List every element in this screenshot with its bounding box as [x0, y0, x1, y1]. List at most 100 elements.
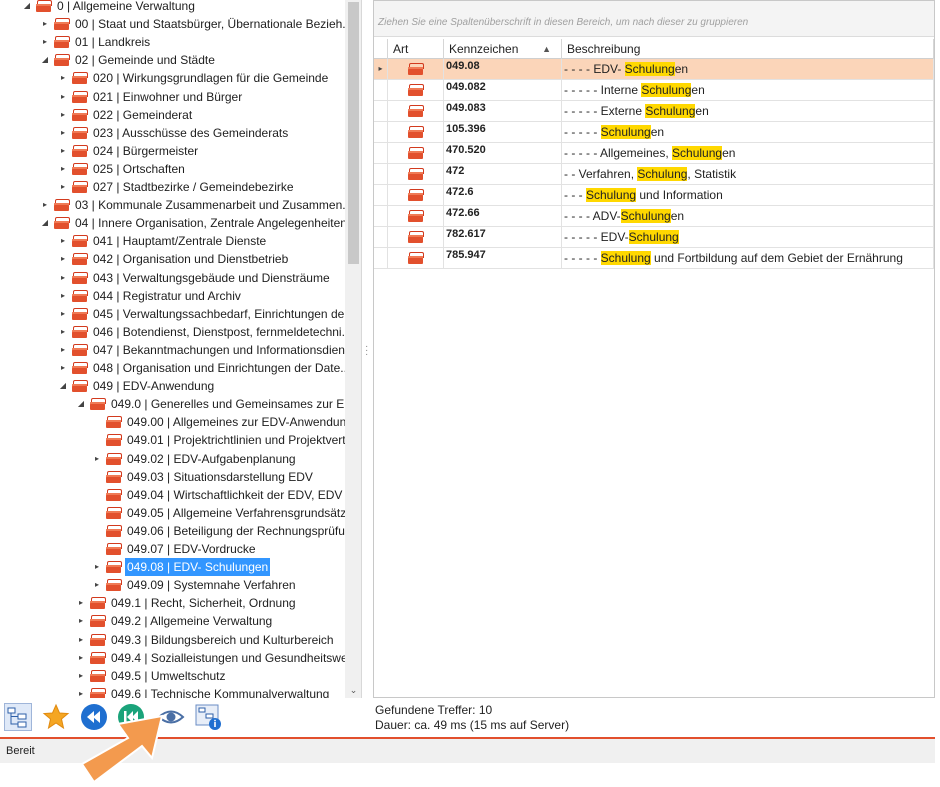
tree-node[interactable]: ▸ 049.3 | Bildungsbereich und Kulturberei… [76, 631, 336, 649]
tree-node[interactable]: ▸ 041 | Hauptamt/Zentrale Dienste [58, 232, 268, 250]
tree-node[interactable]: ▸ 046 | Botendienst, Dienstpost, fernmeld… [58, 323, 354, 341]
tree-node[interactable]: ▸ 023 | Ausschüsse des Gemeinderats [58, 124, 290, 142]
tree-node[interactable]: ▸ 043 | Verwaltungsgebäude und Diensträum… [58, 269, 332, 287]
tree-node[interactable]: ▸ 00 | Staat und Staatsbürger, Übernation… [40, 15, 354, 33]
tree-node[interactable]: ▸ 049.4 | Sozialleistungen und Gesundheit… [76, 649, 360, 667]
expand-arrow-icon[interactable]: ▸ [58, 178, 68, 196]
tree-node[interactable]: 049.06 | Beteiligung der Rechnungsprüfu.… [92, 522, 357, 540]
expand-arrow-icon[interactable]: ▸ [58, 232, 68, 250]
expand-arrow-icon[interactable]: ▸ [58, 323, 68, 341]
tree-node[interactable]: ◢ 04 | Innere Organisation, Zentrale Ange… [40, 214, 349, 232]
tree-node[interactable]: ▸ 049.02 | EDV-Aufgabenplanung [92, 450, 298, 468]
table-row[interactable]: 472.6- - - Schulung und Information [374, 185, 934, 206]
expand-arrow-icon[interactable]: ▸ [76, 631, 86, 649]
expand-arrow-icon[interactable]: ▸ [58, 160, 68, 178]
tree-scrollbar[interactable]: ⌄ [345, 0, 361, 698]
query-duration: Dauer: ca. 49 ms (15 ms auf Server) [375, 718, 570, 732]
panel-splitter[interactable]: · · · [362, 0, 373, 698]
expand-arrow-icon[interactable]: ▸ [58, 341, 68, 359]
expand-arrow-icon[interactable]: ▸ [92, 558, 102, 576]
tree-node[interactable]: ▸ 049.08 | EDV- Schulungen [92, 558, 271, 577]
tree-node[interactable]: ▸ 022 | Gemeinderat [58, 106, 194, 124]
art-cell [388, 206, 444, 226]
tree-node[interactable]: ▸ 027 | Stadtbezirke / Gemeindebezirke [58, 178, 296, 196]
kennzeichen-cell: 049.082 [444, 80, 562, 100]
splitter-grip-icon: · · · [365, 341, 369, 360]
tree-node[interactable]: 049.00 | Allgemeines zur EDV-Anwendung [92, 413, 355, 431]
expand-arrow-icon[interactable]: ▸ [58, 287, 68, 305]
tree-view-icon[interactable] [4, 703, 32, 731]
tree-node[interactable]: ▸ 047 | Bekanntmachungen und Informations… [58, 341, 356, 359]
expand-arrow-icon[interactable]: ▸ [58, 124, 68, 142]
table-row[interactable]: 472- - Verfahren, Schulung, Statistik [374, 164, 934, 185]
favorite-star-icon[interactable] [42, 703, 70, 731]
expand-arrow-icon[interactable]: ▸ [76, 594, 86, 612]
column-header-beschreibung[interactable]: Beschreibung [562, 39, 934, 59]
tree-node[interactable]: 049.05 | Allgemeine Verfahrensgrundsätze [92, 504, 355, 522]
tree-node[interactable]: ▸ 020 | Wirkungsgrundlagen für die Gemein… [58, 69, 330, 87]
tree-node[interactable]: ▸ 042 | Organisation und Dienstbetrieb [58, 250, 290, 268]
expand-arrow-icon[interactable]: ▸ [58, 69, 68, 87]
tree-node[interactable]: ▸ 049.09 | Systemnahe Verfahren [92, 576, 298, 594]
tree-node[interactable]: ▸ 021 | Einwohner und Bürger [58, 88, 244, 106]
tree-node[interactable]: ▸ 03 | Kommunale Zusammenarbeit und Zusam… [40, 196, 354, 214]
table-row[interactable]: 472.66- - - - ADV-Schulungen [374, 206, 934, 227]
tree-scrollbar-thumb[interactable] [348, 2, 359, 264]
tree-node[interactable]: ◢ 049.0 | Generelles und Gemeinsames zur … [76, 395, 361, 413]
tree-node[interactable]: ▸ 049.5 | Umweltschutz [76, 667, 228, 685]
tree-node[interactable]: ▸ 049.2 | Allgemeine Verwaltung [76, 612, 274, 630]
expand-arrow-icon[interactable]: ▸ [92, 450, 102, 468]
expand-arrow-icon[interactable]: ▸ [40, 15, 50, 33]
group-by-area[interactable]: Ziehen Sie eine Spaltenüberschrift in di… [374, 1, 934, 37]
tree-node[interactable]: ▸ 025 | Ortschaften [58, 160, 187, 178]
tree-node[interactable]: 049.03 | Situationsdarstellung EDV [92, 468, 315, 486]
expand-arrow-icon[interactable]: ▸ [76, 649, 86, 667]
table-row[interactable]: 049.082- - - - - Interne Schulungen [374, 80, 934, 101]
tree-node[interactable]: 049.04 | Wirtschaftlichkeit der EDV, EDV… [92, 486, 358, 504]
table-row[interactable]: 049.083- - - - - Externe Schulungen [374, 101, 934, 122]
table-row[interactable]: 105.396- - - - - Schulungen [374, 122, 934, 143]
expand-arrow-icon[interactable]: ▸ [58, 250, 68, 268]
tree-node[interactable]: ▸ 049.6 | Technische Kommunalverwaltung [76, 685, 331, 698]
tree-node-label: 049.05 | Allgemeine Verfahrensgrundsätze [127, 505, 353, 520]
tree-node[interactable]: ▸ 049.1 | Recht, Sicherheit, Ordnung [76, 594, 298, 612]
expand-arrow-icon[interactable]: ▸ [58, 359, 68, 377]
expand-arrow-icon[interactable]: ▸ [58, 88, 68, 106]
column-header-kennzeichen[interactable]: Kennzeichen ▲ [444, 39, 562, 59]
tree-node[interactable]: 049.01 | Projektrichtlinien und Projektv… [92, 431, 358, 449]
tree-info-icon[interactable] [195, 703, 223, 731]
expand-arrow-icon[interactable]: ▸ [58, 106, 68, 124]
expand-arrow-icon[interactable]: ▸ [40, 196, 50, 214]
tree-node[interactable]: ▸ 044 | Registratur und Archiv [58, 287, 243, 305]
tree-node[interactable]: ◢ 049 | EDV-Anwendung [58, 377, 216, 395]
table-row[interactable]: ▸ 049.08- - - - EDV- Schulungen [374, 59, 934, 80]
tree-node[interactable]: ▸ 045 | Verwaltungssachbedarf, Einrichtun… [58, 305, 356, 323]
collapse-arrow-icon[interactable]: ◢ [58, 377, 68, 395]
kennzeichen-cell: 472 [444, 164, 562, 184]
chevron-down-icon[interactable]: ⌄ [348, 684, 359, 696]
column-header-art[interactable]: Art [388, 39, 444, 59]
tree-node[interactable]: ▸ 024 | Bürgermeister [58, 142, 200, 160]
expand-arrow-icon[interactable]: ▸ [58, 305, 68, 323]
table-row[interactable]: 470.520- - - - - Allgemeines, Schulungen [374, 143, 934, 164]
tree-node[interactable]: ▸ 048 | Organisation und Einrichtungen de… [58, 359, 352, 377]
expand-arrow-icon[interactable]: ▸ [76, 612, 86, 630]
tree-node[interactable]: ◢ 02 | Gemeinde und Städte [40, 51, 217, 69]
search-highlight: Schulung [620, 209, 671, 223]
expand-arrow-icon[interactable]: ▸ [92, 576, 102, 594]
expand-arrow-icon[interactable]: ▸ [76, 667, 86, 685]
expand-arrow-icon[interactable]: ▸ [76, 685, 86, 698]
folder-icon [54, 217, 70, 230]
collapse-arrow-icon[interactable]: ◢ [76, 395, 86, 413]
expand-arrow-icon[interactable]: ▸ [58, 142, 68, 160]
tree-node[interactable]: 049.07 | EDV-Vordrucke [92, 540, 258, 558]
collapse-arrow-icon[interactable]: ◢ [40, 51, 50, 69]
collapse-arrow-icon[interactable]: ◢ [40, 214, 50, 232]
table-row[interactable]: 785.947- - - - - Schulung und Fortbildun… [374, 248, 934, 269]
tree-node[interactable]: ◢ 0 | Allgemeine Verwaltung [22, 0, 197, 15]
collapse-arrow-icon[interactable]: ◢ [22, 0, 32, 15]
expand-arrow-icon[interactable]: ▸ [40, 33, 50, 51]
expand-arrow-icon[interactable]: ▸ [58, 269, 68, 287]
tree-node[interactable]: ▸ 01 | Landkreis [40, 33, 152, 51]
table-row[interactable]: 782.617- - - - - EDV-Schulung [374, 227, 934, 248]
